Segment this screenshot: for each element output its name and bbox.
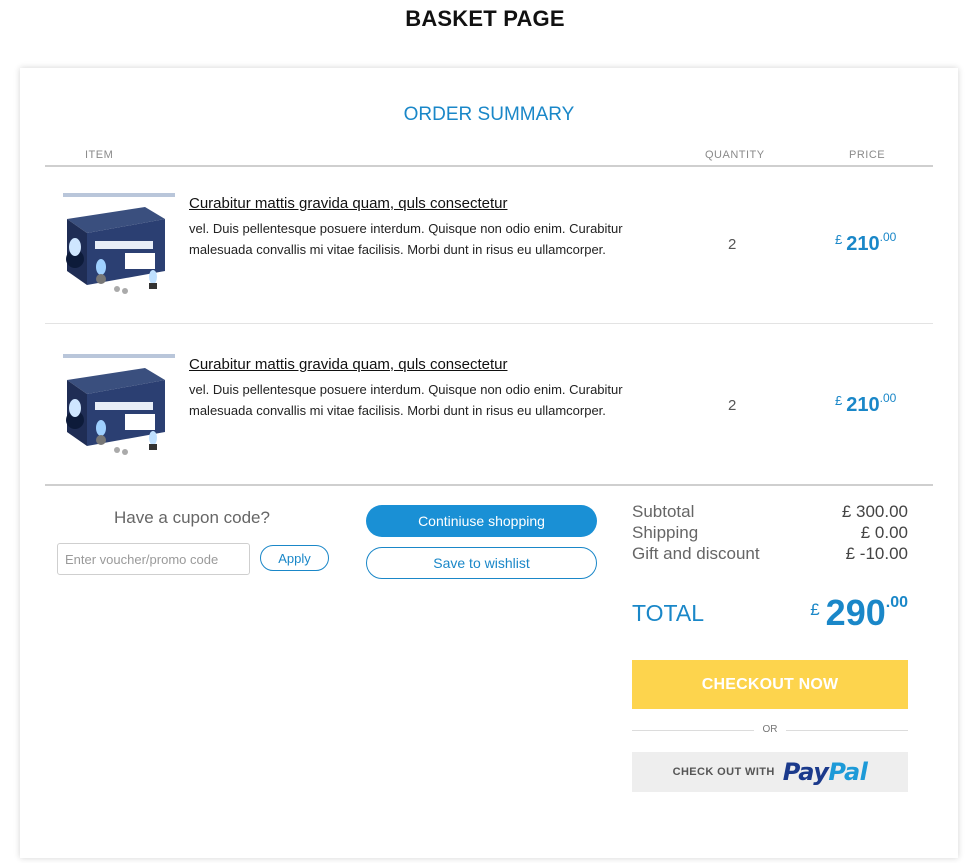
page-title: BASKET PAGE	[405, 6, 565, 31]
total-currency-symbol: £	[810, 600, 820, 619]
order-summary-title: ORDER SUMMARY	[403, 104, 575, 125]
shipping-value: £ 0.00	[860, 523, 908, 542]
shipping-row: Shipping £ 0.00	[632, 523, 908, 544]
discount-label: Gift and discount	[632, 544, 760, 563]
item-title-link[interactable]: Curabitur mattis gravida quam, quls cons…	[189, 195, 507, 212]
price-integer: 210	[846, 394, 880, 416]
total-amount: £290.00	[810, 592, 908, 634]
paypal-prefix-text: CHECK OUT WITH	[672, 766, 775, 778]
column-header-price: PRICE	[849, 149, 886, 161]
order-summary-card: ORDER SUMMARY ITEM QUANTITY PRICE Curabi…	[20, 68, 958, 858]
column-header-quantity: QUANTITY	[705, 149, 765, 161]
column-header-item: ITEM	[85, 149, 114, 161]
headlight-bulb-kit-product-image[interactable]	[55, 350, 177, 462]
paypal-logo-pay: Pay	[782, 758, 829, 786]
currency-symbol: £	[835, 232, 843, 247]
total-integer: 290	[825, 592, 886, 633]
item-title-link[interactable]: Curabitur mattis gravida quam, quls cons…	[189, 356, 507, 373]
item-price: £210.00	[835, 230, 896, 256]
total-label: TOTAL	[632, 600, 704, 626]
save-to-wishlist-button[interactable]: Save to wishlist	[366, 547, 597, 579]
subtotal-row: Subtotal £ 300.00	[632, 502, 908, 523]
item-description: vel. Duis pellentesque posuere interdum.…	[189, 221, 623, 257]
discount-value: £ -10.00	[845, 544, 908, 563]
or-divider-right	[786, 730, 908, 731]
or-label: OR	[762, 724, 778, 735]
basket-item-row: Curabitur mattis gravida quam, quls cons…	[45, 167, 933, 325]
totals-summary: Subtotal £ 300.00 Shipping £ 0.00 Gift a…	[632, 502, 908, 565]
coupon-label: Have a cupon code?	[114, 508, 270, 527]
item-quantity: 2	[728, 236, 737, 253]
paypal-logo-icon: PayPal	[783, 758, 868, 786]
subtotal-value: £ 300.00	[841, 502, 908, 521]
item-description: vel. Duis pellentesque posuere interdum.…	[189, 382, 623, 418]
footer-divider	[45, 484, 933, 486]
item-quantity: 2	[728, 397, 737, 414]
continue-shopping-button[interactable]: Continiuse shopping	[366, 505, 597, 537]
subtotal-label: Subtotal	[632, 502, 695, 521]
paypal-logo-pal: Pal	[828, 758, 868, 786]
currency-symbol: £	[835, 393, 843, 408]
coupon-code-input[interactable]	[57, 543, 250, 575]
or-divider-left	[632, 730, 754, 731]
checkout-now-button[interactable]: CHECKOUT NOW	[632, 660, 908, 709]
price-decimal: .00	[879, 391, 897, 405]
price-integer: 210	[846, 233, 880, 255]
apply-coupon-button[interactable]: Apply	[260, 545, 329, 571]
price-decimal: .00	[879, 230, 897, 244]
discount-row: Gift and discount £ -10.00	[632, 544, 908, 565]
paypal-checkout-button[interactable]: CHECK OUT WITH PayPal	[632, 752, 908, 792]
shipping-label: Shipping	[632, 523, 699, 542]
item-price: £210.00	[835, 391, 896, 417]
row-divider	[45, 323, 933, 324]
basket-item-row: Curabitur mattis gravida quam, quls cons…	[45, 328, 933, 486]
total-decimal: .00	[885, 594, 908, 611]
headlight-bulb-kit-product-image[interactable]	[55, 189, 177, 301]
